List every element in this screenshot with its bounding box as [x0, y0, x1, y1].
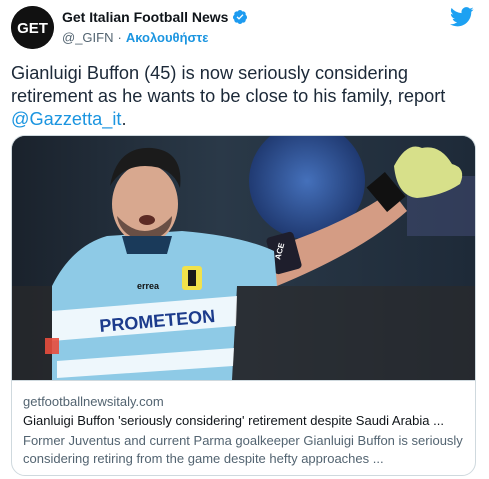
- buffon-photo: ACE errea PROMETEON: [12, 136, 475, 380]
- author-handle[interactable]: @_GIFN: [62, 30, 113, 45]
- card-title[interactable]: Gianluigi Buffon 'seriously considering'…: [23, 413, 468, 428]
- author-handle-row: @_GIFN · Ακολουθήστε: [62, 30, 208, 45]
- tweet-text: Gianluigi Buffon (45) is now seriously c…: [11, 62, 471, 131]
- avatar[interactable]: GET: [11, 6, 54, 49]
- twitter-bird-icon[interactable]: [450, 7, 474, 27]
- tweet-text-end: .: [121, 109, 127, 129]
- gifn-logo: GET: [11, 6, 54, 49]
- card-body[interactable]: getfootballnewsitaly.com Gianluigi Buffo…: [12, 380, 475, 475]
- link-card[interactable]: ACE errea PROMETEON getfootballnewsitaly…: [11, 135, 476, 476]
- author-display-name[interactable]: Get Italian Football News: [62, 9, 228, 25]
- verified-badge-icon: [233, 10, 248, 24]
- card-description: Former Juventus and current Parma goalke…: [23, 433, 463, 466]
- kit-brand-text: errea: [137, 281, 160, 291]
- card-domain: getfootballnewsitaly.com: [23, 394, 164, 409]
- follow-button[interactable]: Ακολουθήστε: [126, 30, 209, 45]
- tweet-text-body: Gianluigi Buffon (45) is now seriously c…: [11, 63, 446, 106]
- mention-link[interactable]: @Gazzetta_it: [11, 109, 121, 129]
- card-image[interactable]: ACE errea PROMETEON: [12, 136, 475, 380]
- separator-dot: ·: [117, 30, 122, 45]
- embedded-tweet: GET Get Italian Football News @_GIFN · Α…: [0, 0, 489, 479]
- author-name-row: Get Italian Football News: [62, 9, 248, 25]
